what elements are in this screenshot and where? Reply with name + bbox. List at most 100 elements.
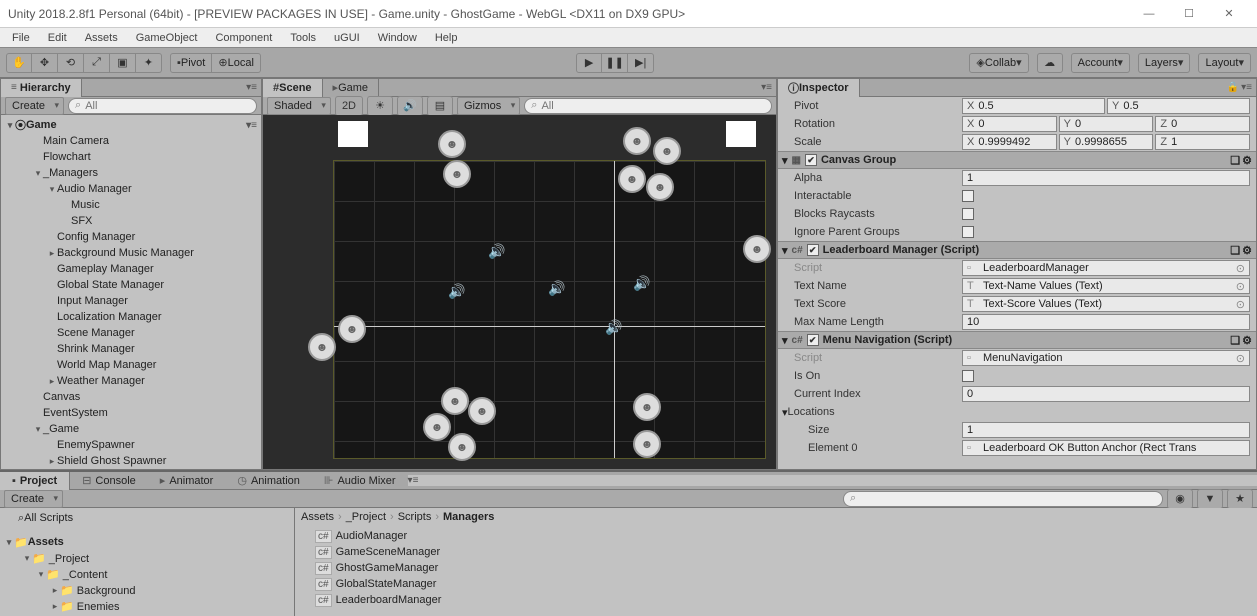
ghost-sprite[interactable] bbox=[623, 127, 651, 155]
hierarchy-item[interactable]: Localization Manager bbox=[1, 309, 261, 325]
tab-animation[interactable]: ◷ Animation bbox=[225, 472, 312, 490]
hierarchy-search[interactable] bbox=[68, 98, 257, 114]
lighting-toggle[interactable]: ☀ bbox=[367, 96, 393, 116]
inspector-tab[interactable]: ⓘ Inspector bbox=[778, 79, 860, 97]
hierarchy-item[interactable]: Gameplay Manager bbox=[1, 261, 261, 277]
project-file[interactable]: c# GhostGameManager bbox=[295, 560, 1257, 576]
shaded-dropdown[interactable]: Shaded bbox=[267, 97, 331, 115]
play-button[interactable]: ▶ bbox=[576, 53, 602, 73]
scene-search[interactable] bbox=[524, 98, 772, 114]
ghost-sprite[interactable] bbox=[618, 165, 646, 193]
ghost-sprite[interactable] bbox=[423, 413, 451, 441]
tab-console[interactable]: ⊟ Console bbox=[70, 472, 148, 490]
menu-component[interactable]: Component bbox=[207, 30, 280, 46]
interactable-checkbox[interactable] bbox=[962, 190, 974, 202]
fx-toggle[interactable]: ▤ bbox=[427, 96, 453, 116]
is-on-checkbox[interactable] bbox=[962, 370, 974, 382]
hierarchy-item[interactable]: Config Manager bbox=[1, 229, 261, 245]
hierarchy-item[interactable]: World Map Manager bbox=[1, 357, 261, 373]
max-name-length-field[interactable] bbox=[962, 314, 1250, 330]
scene-viewport[interactable]: 🔊 🔊 🔊 🔊 🔊 bbox=[263, 115, 776, 469]
ghost-sprite[interactable] bbox=[653, 137, 681, 165]
hierarchy-item[interactable]: ▸Shield Ghost Spawner bbox=[1, 453, 261, 469]
pivot-toggle[interactable]: ▪ Pivot bbox=[170, 53, 212, 73]
menu-nav-enabled[interactable] bbox=[807, 334, 819, 346]
hierarchy-item[interactable]: EnemySpawner bbox=[1, 437, 261, 453]
project-folder[interactable]: ▸📁 Background bbox=[0, 582, 294, 598]
ghost-sprite[interactable] bbox=[438, 130, 466, 158]
inspector-lock[interactable]: 🔒 bbox=[1227, 82, 1239, 93]
pause-button[interactable]: ❚❚ bbox=[602, 53, 628, 73]
script-ref[interactable]: ▫MenuNavigation⊙ bbox=[962, 350, 1250, 366]
component-canvas-group[interactable]: ▾▦ Canvas Group ❏ ⚙ bbox=[778, 151, 1256, 169]
crumb[interactable]: Assets bbox=[301, 511, 334, 523]
filter-type[interactable]: ▼ bbox=[1197, 489, 1223, 509]
scene-options[interactable]: ▾≡ bbox=[761, 82, 772, 93]
hierarchy-scene-row[interactable]: ▾⦿ Game▾≡ bbox=[1, 117, 261, 133]
inspector-options[interactable]: ▾≡ bbox=[1241, 82, 1252, 93]
hierarchy-item[interactable]: Shrink Manager bbox=[1, 341, 261, 357]
scale-y[interactable]: Y bbox=[1059, 134, 1154, 150]
maximize-button[interactable]: ☐ bbox=[1169, 3, 1209, 25]
alpha-field[interactable] bbox=[962, 170, 1250, 186]
pivot-x[interactable]: X bbox=[962, 98, 1105, 114]
ignore-parent-checkbox[interactable] bbox=[962, 226, 974, 238]
tree-all-scripts[interactable]: ⌕ All Scripts bbox=[0, 510, 294, 526]
layout-dropdown[interactable]: Layout ▾ bbox=[1198, 53, 1251, 73]
hierarchy-item[interactable]: Flowchart bbox=[1, 149, 261, 165]
step-button[interactable]: ▶| bbox=[628, 53, 654, 73]
menu-ugui[interactable]: uGUI bbox=[326, 30, 368, 46]
blocks-raycasts-checkbox[interactable] bbox=[962, 208, 974, 220]
scale-z[interactable]: Z bbox=[1155, 134, 1250, 150]
locations-size-field[interactable] bbox=[962, 422, 1250, 438]
canvas-group-enabled[interactable] bbox=[805, 154, 817, 166]
collab-dropdown[interactable]: ◈ Collab ▾ bbox=[969, 53, 1028, 73]
menu-edit[interactable]: Edit bbox=[40, 30, 75, 46]
hierarchy-item[interactable]: ▾_Game bbox=[1, 421, 261, 437]
move-tool[interactable]: ✥ bbox=[32, 53, 58, 73]
ghost-sprite[interactable] bbox=[743, 235, 771, 263]
hierarchy-item[interactable]: Main Camera bbox=[1, 133, 261, 149]
hierarchy-item[interactable]: Global State Manager bbox=[1, 277, 261, 293]
close-button[interactable]: ✕ bbox=[1209, 3, 1249, 25]
script-ref[interactable]: ▫LeaderboardManager⊙ bbox=[962, 260, 1250, 276]
hierarchy-item[interactable]: Music bbox=[1, 197, 261, 213]
help-icon[interactable]: ❏ bbox=[1230, 244, 1240, 257]
project-file[interactable]: c# AudioManager bbox=[295, 528, 1257, 544]
account-dropdown[interactable]: Account ▾ bbox=[1071, 53, 1130, 73]
project-search[interactable] bbox=[843, 491, 1163, 507]
project-search-input[interactable] bbox=[860, 493, 1156, 505]
menu-tools[interactable]: Tools bbox=[282, 30, 324, 46]
rotation-y[interactable]: Y bbox=[1059, 116, 1154, 132]
ghost-sprite[interactable] bbox=[633, 393, 661, 421]
scene-search-input[interactable] bbox=[541, 100, 765, 112]
filter-icon[interactable]: ◉ bbox=[1167, 489, 1193, 509]
menu-help[interactable]: Help bbox=[427, 30, 466, 46]
cloud-button[interactable]: ☁ bbox=[1037, 53, 1063, 73]
settings-icon[interactable]: ⚙ bbox=[1242, 334, 1252, 347]
project-create-dropdown[interactable]: Create bbox=[4, 490, 63, 508]
ghost-sprite[interactable] bbox=[646, 173, 674, 201]
gizmos-dropdown[interactable]: Gizmos bbox=[457, 97, 520, 115]
local-toggle[interactable]: ⊕ Local bbox=[212, 53, 261, 73]
panel-options[interactable]: ▾≡ bbox=[408, 475, 1253, 486]
help-icon[interactable]: ❏ bbox=[1230, 154, 1240, 167]
hierarchy-item[interactable]: Canvas bbox=[1, 389, 261, 405]
ghost-sprite[interactable] bbox=[443, 160, 471, 188]
rect-tool[interactable]: ▣ bbox=[110, 53, 136, 73]
help-icon[interactable]: ❏ bbox=[1230, 334, 1240, 347]
menu-gameobject[interactable]: GameObject bbox=[128, 30, 206, 46]
ghost-sprite[interactable] bbox=[448, 433, 476, 461]
element-0-ref[interactable]: ▫Leaderboard OK Button Anchor (Rect Tran… bbox=[962, 440, 1250, 456]
project-folder[interactable]: ▾📁 _Project bbox=[0, 550, 294, 566]
crumb[interactable]: _Project bbox=[346, 511, 386, 523]
hierarchy-create-dropdown[interactable]: Create bbox=[5, 97, 64, 115]
tree-assets[interactable]: ▾📁 Assets bbox=[0, 534, 294, 550]
scale-x[interactable]: X bbox=[962, 134, 1057, 150]
scale-tool[interactable]: ⤢ bbox=[84, 53, 110, 73]
current-index-field[interactable] bbox=[962, 386, 1250, 402]
settings-icon[interactable]: ⚙ bbox=[1242, 154, 1252, 167]
2d-toggle[interactable]: 2D bbox=[335, 96, 363, 116]
hierarchy-item[interactable]: ▾_Managers bbox=[1, 165, 261, 181]
hierarchy-item[interactable]: ▸Background Music Manager bbox=[1, 245, 261, 261]
